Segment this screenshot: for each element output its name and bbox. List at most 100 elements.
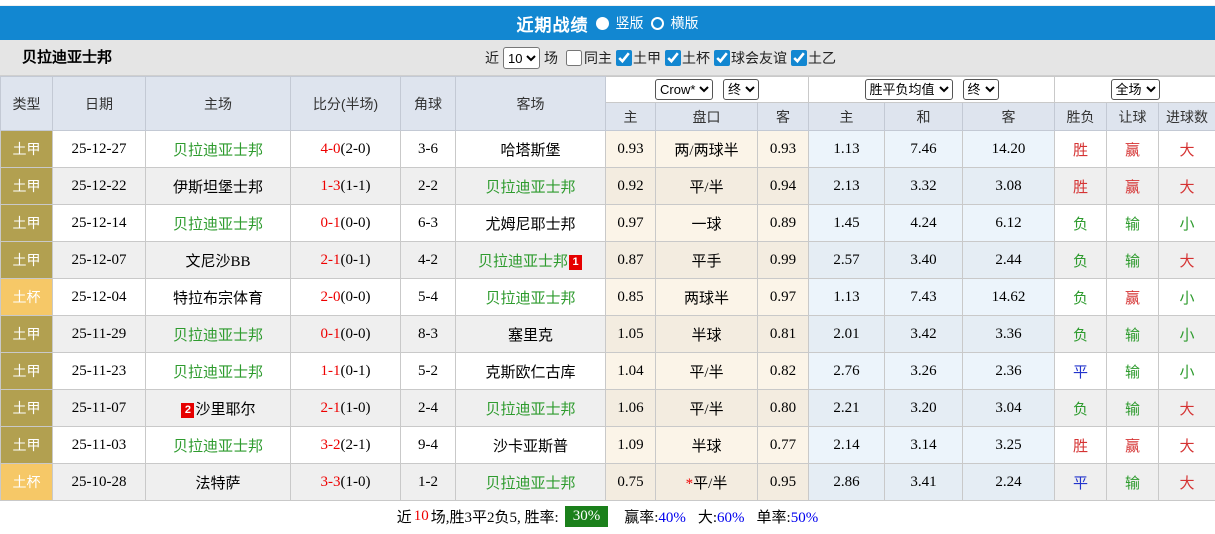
league-checkbox-土杯[interactable] xyxy=(665,50,681,66)
home-odds-cell: 0.75 xyxy=(605,463,656,501)
same-home-checkbox[interactable] xyxy=(566,50,582,66)
match-date-cell: 25-12-27 xyxy=(52,130,146,168)
subcol-avg-win: 主 xyxy=(808,102,885,131)
away-team-name: 贝拉迪亚士邦 xyxy=(485,401,576,418)
recent-count-select[interactable]: 10 xyxy=(503,47,540,69)
half-score: (2-0) xyxy=(340,140,371,157)
avg-win-cell: 2.76 xyxy=(808,352,885,390)
table-row: 土杯 25-12-04 特拉布宗体育 2-0(0-0) 5-4 贝拉迪亚士邦 0.85 两球半… xyxy=(0,278,1215,316)
away-team-cell[interactable]: 贝拉迪亚士邦 1 xyxy=(455,241,606,279)
goals-cell: 大 xyxy=(1157,241,1215,279)
league-label-土乙[interactable]: 土乙 xyxy=(808,48,836,68)
league-checkbox-球会友谊[interactable] xyxy=(714,50,730,66)
home-team-cell[interactable]: 2 沙里耶尔 xyxy=(145,389,291,427)
home-team-cell[interactable]: 贝拉迪亚士邦 xyxy=(145,130,291,168)
spread-cell: 输 xyxy=(1106,352,1159,390)
score-cell[interactable]: 1-1(0-1) xyxy=(290,352,401,390)
handicap-name: 平/半 xyxy=(689,364,724,381)
home-team-cell[interactable]: 贝拉迪亚士邦 xyxy=(145,315,291,353)
home-team-cell[interactable]: 特拉布宗体育 xyxy=(145,278,291,316)
away-team-cell[interactable]: 沙卡亚斯普 xyxy=(455,426,606,464)
away-team-name: 贝拉迪亚士邦 xyxy=(485,290,576,307)
half-score: (0-0) xyxy=(340,288,371,305)
table-row: 土甲 25-12-07 文尼沙BB 2-1(0-1) 4-2 贝拉迪亚士邦 1 0.87 平手 0… xyxy=(0,241,1215,279)
corners-cell: 2-4 xyxy=(400,389,456,427)
filter-bar: 贝拉迪亚士邦 近 10 场 同主 土甲 土杯 球会友谊 土乙 xyxy=(0,40,1215,76)
score-cell[interactable]: 3-3(1-0) xyxy=(290,463,401,501)
result-cell: 胜 xyxy=(1054,426,1107,464)
away-team-name: 贝拉迪亚士邦 xyxy=(485,475,576,492)
home-team-cell[interactable]: 贝拉迪亚士邦 xyxy=(145,204,291,242)
vertical-layout-label[interactable]: 竖版 xyxy=(616,13,644,33)
page-title: 近期战绩 xyxy=(516,15,589,35)
match-type-cell: 土甲 xyxy=(0,426,53,464)
home-team-cell[interactable]: 法特萨 xyxy=(145,463,291,501)
score-cell[interactable]: 2-1(1-0) xyxy=(290,389,401,427)
half-score: (0-0) xyxy=(340,325,371,342)
away-team-cell[interactable]: 贝拉迪亚士邦 xyxy=(455,463,606,501)
score-cell[interactable]: 3-2(2-1) xyxy=(290,426,401,464)
score-cell[interactable]: 0-1(0-0) xyxy=(290,204,401,242)
spread-cell: 输 xyxy=(1106,315,1159,353)
result-cell: 负 xyxy=(1054,315,1107,353)
spread-cell: 赢 xyxy=(1106,278,1159,316)
same-home-label[interactable]: 同主 xyxy=(584,48,612,68)
home-team-name: 沙里耶尔 xyxy=(195,401,256,418)
home-team-cell[interactable]: 贝拉迪亚士邦 xyxy=(145,352,291,390)
score-cell[interactable]: 2-0(0-0) xyxy=(290,278,401,316)
avg-draw-cell: 3.20 xyxy=(884,389,963,427)
match-type-cell: 土甲 xyxy=(0,130,53,168)
away-team-name: 塞里克 xyxy=(507,327,553,344)
away-odds-cell: 0.94 xyxy=(757,167,809,205)
away-team-cell[interactable]: 克斯欧仁古库 xyxy=(455,352,606,390)
away-team-cell[interactable]: 塞里克 xyxy=(455,315,606,353)
league-checkbox-土甲[interactable] xyxy=(616,50,632,66)
odds-company-select[interactable]: Crow* xyxy=(655,79,713,100)
home-team-cell[interactable]: 伊斯坦堡士邦 xyxy=(145,167,291,205)
horizontal-layout-radio[interactable] xyxy=(650,16,664,30)
away-team-cell[interactable]: 贝拉迪亚士邦 xyxy=(455,389,606,427)
half-score: (2-1) xyxy=(340,436,371,453)
title-bar: 近期战绩 竖版 横版 xyxy=(0,6,1215,40)
odds-time-select[interactable]: 终 xyxy=(723,79,759,100)
corners-cell: 6-3 xyxy=(400,204,456,242)
away-team-cell[interactable]: 贝拉迪亚士邦 xyxy=(455,167,606,205)
away-odds-cell: 0.99 xyxy=(757,241,809,279)
scope-select[interactable]: 全场 xyxy=(1110,79,1160,100)
goals-cell: 大 xyxy=(1157,167,1215,205)
goals-cell: 大 xyxy=(1157,389,1215,427)
home-team-cell[interactable]: 贝拉迪亚士邦 xyxy=(145,426,291,464)
table-body: 土甲 25-12-27 贝拉迪亚士邦 4-0(2-0) 3-6 哈塔斯堡 0.93 两/两球半… xyxy=(0,130,1215,501)
full-score: 4-0 xyxy=(320,140,341,157)
win-rate-badge: 30% xyxy=(564,505,609,527)
score-cell[interactable]: 4-0(2-0) xyxy=(290,130,401,168)
avg-lose-cell: 6.12 xyxy=(962,204,1055,242)
table-row: 土甲 25-12-27 贝拉迪亚士邦 4-0(2-0) 3-6 哈塔斯堡 0.93 两/两球半… xyxy=(0,130,1215,168)
handicap-cell: 平/半 xyxy=(655,352,758,390)
full-score: 3-2 xyxy=(320,436,341,453)
away-team-cell[interactable]: 贝拉迪亚士邦 xyxy=(455,278,606,316)
score-cell[interactable]: 0-1(0-0) xyxy=(290,315,401,353)
league-label-土杯[interactable]: 土杯 xyxy=(682,48,710,68)
home-odds-cell: 1.09 xyxy=(605,426,656,464)
corners-cell: 4-2 xyxy=(400,241,456,279)
handicap-name: 半球 xyxy=(691,327,722,344)
score-cell[interactable]: 1-3(1-1) xyxy=(290,167,401,205)
home-team-cell[interactable]: 文尼沙BB xyxy=(145,241,291,279)
match-date-cell: 25-11-03 xyxy=(52,426,146,464)
avg-time-select[interactable]: 终 xyxy=(962,79,999,100)
score-cell[interactable]: 2-1(0-1) xyxy=(290,241,401,279)
spread-cell: 输 xyxy=(1106,463,1159,501)
league-checkbox-土乙[interactable] xyxy=(791,50,807,66)
away-team-cell[interactable]: 尤姆尼耶士邦 xyxy=(455,204,606,242)
league-label-土甲[interactable]: 土甲 xyxy=(633,48,661,68)
vertical-layout-radio[interactable] xyxy=(595,16,609,30)
avg-type-select[interactable]: 胜平负均值 xyxy=(864,79,953,100)
away-team-cell[interactable]: 哈塔斯堡 xyxy=(455,130,606,168)
avg-draw-cell: 3.42 xyxy=(884,315,963,353)
avg-win-cell: 2.21 xyxy=(808,389,885,427)
result-cell: 负 xyxy=(1054,389,1107,427)
league-label-球会友谊[interactable]: 球会友谊 xyxy=(731,48,787,68)
horizontal-layout-label[interactable]: 横版 xyxy=(671,13,699,33)
avg-win-cell: 2.14 xyxy=(808,426,885,464)
